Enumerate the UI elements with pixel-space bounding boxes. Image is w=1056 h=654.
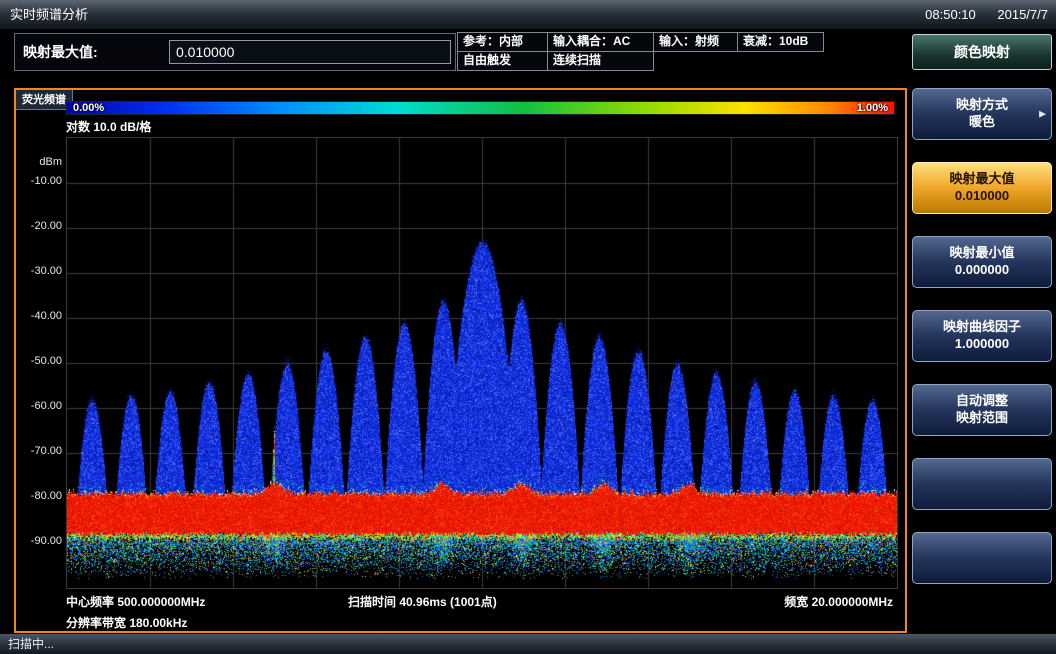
scale-label: 对数 10.0 dB/格 [66,118,151,135]
spectrum-canvas [66,137,898,589]
softkey-value: 0.010000 [913,189,1051,203]
time-text: 08:50:10 [925,7,976,22]
softkey-value: 1.000000 [913,337,1051,351]
softkey-map-min[interactable]: 映射最小值 0.000000 [912,236,1052,288]
softkey-map-curve-factor[interactable]: 映射曲线因子 1.000000 [912,310,1052,362]
y-tick: -30.00 [18,265,62,277]
colorbar-max-label: 1.00% [857,101,888,115]
title-bar: 实时频谱分析 08:50:10 2015/7/7 [0,0,1056,30]
y-axis-unit: dBm [18,156,62,168]
softkey-blank-1[interactable] [912,458,1052,510]
status-bar: 扫描中... [0,634,1056,654]
date-text: 2015/7/7 [997,7,1048,22]
y-tick: -60.00 [18,400,62,412]
tab-persistence-spectrum[interactable]: 荧光频谱 [16,90,73,110]
softkey-auto-adjust-range[interactable]: 自动调整 映射范围 [912,384,1052,436]
softkey-label: 自动调整 [913,393,1051,408]
softkey-label: 映射最大值 [913,171,1051,186]
state-attenuation: 衰减：10dB [737,32,824,52]
arrow-right-icon: ▶ [1039,109,1046,120]
center-freq-readout: 中心频率 500.000000MHz [66,593,205,610]
clock: 08:50:10 2015/7/7 [907,0,1048,30]
menu-title-color-map[interactable]: 颜色映射 [912,34,1052,70]
map-max-input[interactable] [169,40,451,64]
map-max-entry-group: 映射最大值: [14,33,456,71]
y-tick: -70.00 [18,445,62,457]
density-colorbar: 0.00% 1.00% [66,101,895,115]
softkey-label: 映射曲线因子 [913,319,1051,334]
y-tick: -50.00 [18,355,62,367]
colorbar-min-label: 0.00% [73,101,104,115]
softkey-value: 映射范围 [913,411,1051,425]
y-tick: -40.00 [18,310,62,322]
softkey-value: 暖色 [913,115,1051,129]
app-title: 实时频谱分析 [10,0,88,30]
y-tick: -80.00 [18,490,62,502]
softkey-label: 映射最小值 [913,245,1051,260]
state-trigger: 自由触发 [457,51,548,71]
span-readout: 频宽 20.000000MHz [784,593,893,610]
state-reference: 参考：内部 [457,32,548,52]
state-coupling: 输入耦合：AC [547,32,654,52]
y-tick: -20.00 [18,220,62,232]
spectrum-panel: 荧光频谱 0.00% 1.00% 对数 10.0 dB/格 dBm -10.00… [14,88,907,633]
state-sweep-mode: 连续扫描 [547,51,654,71]
softkey-blank-2[interactable] [912,532,1052,584]
y-tick: -90.00 [18,535,62,547]
softkey-map-mode[interactable]: 映射方式 暖色 ▶ [912,88,1052,140]
softkey-map-max[interactable]: 映射最大值 0.010000 [912,162,1052,214]
state-input: 输入：射频 [653,32,738,52]
rbw-readout: 分辨率带宽 180.00kHz [66,614,187,631]
softkey-label: 映射方式 [913,97,1051,112]
map-max-label: 映射最大值: [23,34,98,70]
instrument-state-table: 参考：内部 输入耦合：AC 输入：射频 衰减：10dB 自由触发 连续扫描 [458,33,824,71]
y-tick: -10.00 [18,175,62,187]
softkey-value: 0.000000 [913,263,1051,277]
sweep-time-readout: 扫描时间 40.96ms (1001点) [348,593,497,610]
